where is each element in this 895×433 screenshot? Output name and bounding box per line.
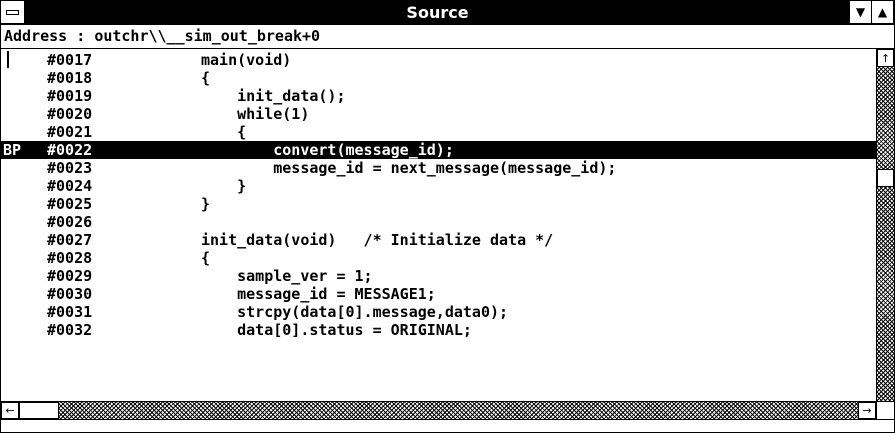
source-line[interactable]: #0027 init_data(void) /* Initialize data … [1,231,876,249]
address-value: outchr\\__sim_out_break+0 [94,27,321,45]
right-arrow-icon[interactable]: → [858,402,876,419]
code-text: { [201,249,211,267]
window-bottom-border [1,419,894,432]
code-text: while(1) [201,105,310,123]
code-text: strcpy(data[0].message,data0); [201,303,509,321]
address-label: Address : [4,27,95,45]
window-title: Source [406,3,469,22]
code-text: data[0].status = ORIGINAL; [201,321,472,339]
horizontal-scrollbar[interactable]: ← → [1,401,876,419]
source-code-view[interactable]: #0017 main(void) #0018{#0019 init_data(); #… [1,49,876,399]
scroll-corner [876,401,894,419]
source-line[interactable]: #0019 init_data(); [1,87,876,105]
line-number: #0020 [47,105,93,123]
source-line[interactable]: #0031 strcpy(data[0].message,data0); [1,303,876,321]
source-line[interactable]: #0025} [1,195,876,213]
source-line[interactable]: #0021 { [1,123,876,141]
code-text: { [201,69,211,87]
code-text: main(void) [201,51,292,69]
line-number: #0027 [47,231,93,249]
line-number: #0032 [47,321,93,339]
line-number: #0028 [47,249,93,267]
line-number: #0022 [47,141,93,159]
line-number: #0025 [47,195,93,213]
horizontal-scroll-thumb[interactable] [19,402,59,419]
code-text: message_id = MESSAGE1; [201,285,436,303]
left-arrow-icon[interactable]: ← [1,402,19,419]
line-number: #0026 [47,213,93,231]
source-line[interactable]: #0023 message_id = next_message(message_… [1,159,876,177]
code-text: } [201,195,211,213]
source-window: Source ▼ ▲ Address : outchr\\__sim_out_b… [0,0,895,433]
code-text: convert(message_id); [201,141,454,159]
source-line[interactable]: #0029 sample_ver = 1; [1,267,876,285]
line-number: #0029 [47,267,93,285]
source-line[interactable]: #0020 while(1) [1,105,876,123]
source-line[interactable]: #0024 } [1,177,876,195]
text-cursor [7,51,9,68]
code-text: init_data(void) /* Initialize data */ [201,231,554,249]
code-text: init_data(); [201,87,346,105]
line-number: #0019 [47,87,93,105]
minimize-arrow-icon[interactable]: ▼ [849,1,871,24]
line-number: #0024 [47,177,93,195]
source-line[interactable]: #0017 main(void) [1,51,876,69]
code-text: sample_ver = 1; [201,267,373,285]
title-bar[interactable]: Source ▼ ▲ [1,1,894,25]
vertical-scroll-thumb[interactable] [877,169,894,187]
system-menu-icon[interactable] [1,1,25,24]
line-number: #0021 [47,123,93,141]
up-arrow-icon[interactable]: ↑ [877,49,894,67]
source-line-breakpoint[interactable]: BP #0022 convert(message_id); [1,141,876,159]
source-line[interactable]: #0026 [1,213,876,231]
source-line[interactable]: #0032 data[0].status = ORIGINAL; [1,321,876,339]
vertical-scrollbar[interactable]: ↑ [876,49,894,401]
code-text: { [201,123,247,141]
code-text: } [201,177,247,195]
line-number: #0031 [47,303,93,321]
line-number: #0018 [47,69,93,87]
line-number: #0017 [47,51,93,69]
source-line[interactable]: #0030 message_id = MESSAGE1; [1,285,876,303]
address-bar: Address : outchr\\__sim_out_break+0 [1,25,894,49]
breakpoint-marker: BP [3,141,22,159]
line-number: #0023 [47,159,93,177]
source-line[interactable]: #0018 { [1,69,876,87]
maximize-arrow-icon[interactable]: ▲ [871,1,893,24]
code-text: message_id = next_message(message_id); [201,159,617,177]
line-number: #0030 [47,285,93,303]
source-line[interactable]: #0028 { [1,249,876,267]
